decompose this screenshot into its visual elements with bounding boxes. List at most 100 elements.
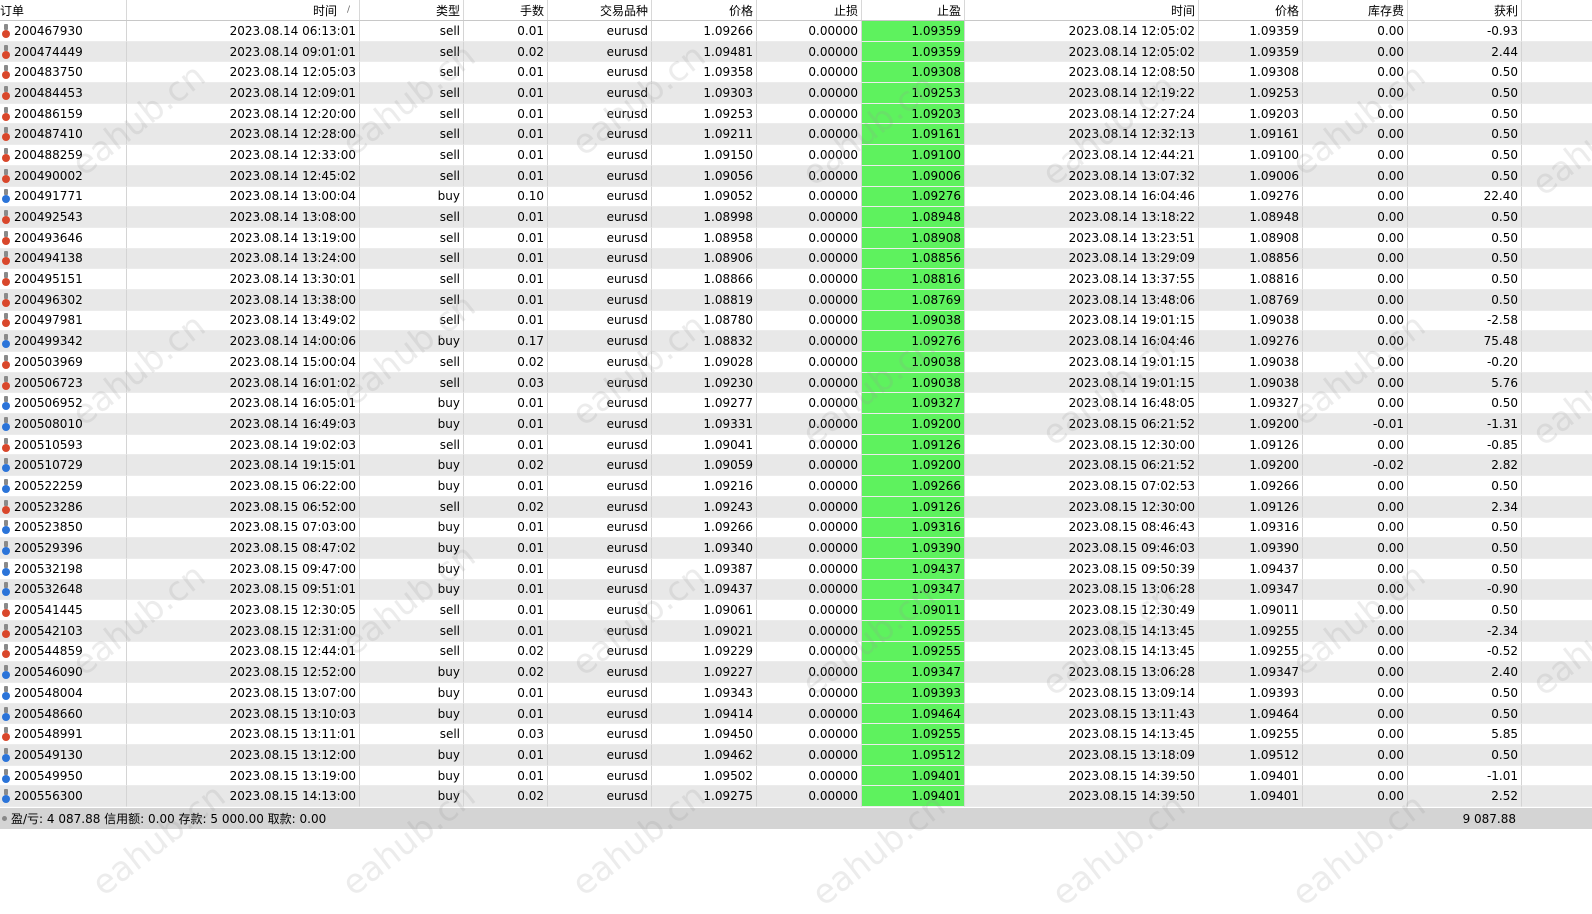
column-header-volume[interactable]: 手数 bbox=[464, 0, 548, 20]
cell-swap: 0.00 bbox=[1303, 83, 1408, 104]
cell-close-time: 2023.08.15 14:13:45 bbox=[965, 641, 1199, 663]
cell-volume: 0.01 bbox=[464, 745, 548, 766]
table-row[interactable]: 200508010 2023.08.14 16:49:03 buy 0.01 eurus… bbox=[0, 414, 1592, 435]
table-row[interactable]: 200548660 2023.08.15 13:10:03 buy 0.01 eurus… bbox=[0, 703, 1592, 725]
column-header-symbol[interactable]: 交易品种 bbox=[548, 0, 652, 20]
cell-type: sell bbox=[360, 83, 464, 104]
row-filler bbox=[1522, 538, 1592, 559]
table-row[interactable]: 200529396 2023.08.15 08:47:02 buy 0.01 eurus… bbox=[0, 538, 1592, 559]
column-header-open-price[interactable]: 价格 bbox=[652, 0, 757, 20]
row-filler bbox=[1522, 642, 1592, 663]
cell-profit: 0.50 bbox=[1408, 745, 1522, 766]
table-row[interactable]: 200510593 2023.08.14 19:02:03 sell 0.01 euru… bbox=[0, 434, 1592, 456]
cell-profit: 0.50 bbox=[1408, 517, 1522, 539]
table-row[interactable]: 200506952 2023.08.14 16:05:01 buy 0.01 eurus… bbox=[0, 393, 1592, 415]
table-row[interactable]: 200549950 2023.08.15 13:19:00 buy 0.01 eurus… bbox=[0, 765, 1592, 787]
table-row[interactable]: 200491771 2023.08.14 13:00:04 buy 0.10 eurus… bbox=[0, 186, 1592, 208]
column-header-take-profit[interactable]: 止盈 bbox=[862, 0, 965, 20]
table-row[interactable]: 200548004 2023.08.15 13:07:00 buy 0.01 eurus… bbox=[0, 683, 1592, 704]
cell-order: 200467930 bbox=[0, 21, 127, 42]
table-row[interactable]: 200495151 2023.08.14 13:30:01 sell 0.01 euru… bbox=[0, 269, 1592, 290]
cell-open-time: 2023.08.14 12:28:00 bbox=[127, 124, 360, 146]
column-header-type[interactable]: 类型 bbox=[360, 0, 464, 20]
table-row[interactable]: 200487410 2023.08.14 12:28:00 sell 0.01 euru… bbox=[0, 124, 1592, 146]
cell-profit: -0.20 bbox=[1408, 352, 1522, 373]
row-filler bbox=[1522, 166, 1592, 187]
table-row[interactable]: 200541445 2023.08.15 12:30:05 sell 0.01 euru… bbox=[0, 600, 1592, 621]
cell-type: sell bbox=[360, 724, 464, 746]
table-row[interactable]: 200490002 2023.08.14 12:45:02 sell 0.01 euru… bbox=[0, 165, 1592, 187]
column-header-open-time[interactable]: 时间 / bbox=[127, 0, 360, 20]
cell-order: 200510729 bbox=[0, 455, 127, 477]
column-header-close-price[interactable]: 价格 bbox=[1199, 0, 1303, 20]
table-row[interactable]: 200503969 2023.08.14 15:00:04 sell 0.02 euru… bbox=[0, 352, 1592, 373]
column-header-order[interactable]: 订单 bbox=[0, 0, 127, 20]
cell-profit: 2.44 bbox=[1408, 41, 1522, 63]
cell-symbol: eurusd bbox=[548, 310, 652, 332]
cell-close-price: 1.09276 bbox=[1199, 186, 1303, 208]
table-row[interactable]: 200492543 2023.08.14 13:08:00 sell 0.01 euru… bbox=[0, 207, 1592, 228]
column-header-close-time[interactable]: 时间 bbox=[965, 0, 1199, 20]
cell-profit: 0.50 bbox=[1408, 558, 1522, 580]
table-row[interactable]: 200523286 2023.08.15 06:52:00 sell 0.02 euru… bbox=[0, 496, 1592, 518]
cell-profit: 0.50 bbox=[1408, 393, 1522, 415]
cell-type: sell bbox=[360, 620, 464, 642]
buy-order-icon bbox=[1, 561, 11, 576]
cell-close-price: 1.08856 bbox=[1199, 248, 1303, 270]
table-row[interactable]: 200488259 2023.08.14 12:33:00 sell 0.01 euru… bbox=[0, 145, 1592, 166]
table-row[interactable]: 200523850 2023.08.15 07:03:00 buy 0.01 eurus… bbox=[0, 517, 1592, 539]
table-row[interactable]: 200548991 2023.08.15 13:11:01 sell 0.03 euru… bbox=[0, 724, 1592, 746]
cell-close-time: 2023.08.15 13:11:43 bbox=[965, 703, 1199, 725]
cell-take-profit: 1.09253 bbox=[862, 83, 965, 104]
cell-stop-loss: 0.00000 bbox=[757, 227, 862, 249]
cell-open-price: 1.09462 bbox=[652, 745, 757, 766]
table-row[interactable]: 200546090 2023.08.15 12:52:00 buy 0.02 eurus… bbox=[0, 662, 1592, 683]
cell-profit: 0.50 bbox=[1408, 289, 1522, 311]
table-row[interactable]: 200556300 2023.08.15 14:13:00 buy 0.02 eurus… bbox=[0, 786, 1592, 808]
table-row[interactable]: 200493646 2023.08.14 13:19:00 sell 0.01 euru… bbox=[0, 227, 1592, 249]
cell-volume: 0.01 bbox=[464, 393, 548, 415]
table-row[interactable]: 200532648 2023.08.15 09:51:01 buy 0.01 eurus… bbox=[0, 579, 1592, 601]
cell-open-price: 1.09059 bbox=[652, 455, 757, 477]
cell-open-price: 1.09216 bbox=[652, 476, 757, 497]
table-row[interactable]: 200494138 2023.08.14 13:24:00 sell 0.01 euru… bbox=[0, 248, 1592, 270]
cell-take-profit: 1.09161 bbox=[862, 124, 965, 146]
table-row[interactable]: 200497981 2023.08.14 13:49:02 sell 0.01 euru… bbox=[0, 310, 1592, 332]
cell-stop-loss: 0.00000 bbox=[757, 496, 862, 518]
cell-swap: 0.00 bbox=[1303, 186, 1408, 208]
cell-type: sell bbox=[360, 227, 464, 249]
cell-order: 200474449 bbox=[0, 41, 127, 63]
table-row[interactable]: 200522259 2023.08.15 06:22:00 buy 0.01 eurus… bbox=[0, 476, 1592, 497]
cell-symbol: eurusd bbox=[548, 269, 652, 290]
cell-take-profit: 1.09038 bbox=[862, 372, 965, 394]
table-row[interactable]: 200483750 2023.08.14 12:05:03 sell 0.01 euru… bbox=[0, 62, 1592, 84]
table-row[interactable]: 200484453 2023.08.14 12:09:01 sell 0.01 euru… bbox=[0, 83, 1592, 104]
cell-type: buy bbox=[360, 476, 464, 497]
column-header-profit[interactable]: 获利 bbox=[1408, 0, 1522, 20]
cell-swap: 0.00 bbox=[1303, 227, 1408, 249]
table-row[interactable]: 200499342 2023.08.14 14:00:06 buy 0.17 eurus… bbox=[0, 331, 1592, 352]
cell-profit: 0.50 bbox=[1408, 124, 1522, 146]
cell-close-time: 2023.08.15 14:39:50 bbox=[965, 786, 1199, 808]
table-row[interactable]: 200467930 2023.08.14 06:13:01 sell 0.01 euru… bbox=[0, 21, 1592, 42]
table-row[interactable]: 200542103 2023.08.15 12:31:00 sell 0.01 euru… bbox=[0, 620, 1592, 642]
column-header-swap[interactable]: 库存费 bbox=[1303, 0, 1408, 20]
table-row[interactable]: 200549130 2023.08.15 13:12:00 buy 0.01 eurus… bbox=[0, 745, 1592, 766]
cell-volume: 0.01 bbox=[464, 289, 548, 311]
table-row[interactable]: 200510729 2023.08.14 19:15:01 buy 0.02 eurus… bbox=[0, 455, 1592, 477]
table-row[interactable]: 200544859 2023.08.15 12:44:01 sell 0.02 euru… bbox=[0, 641, 1592, 663]
row-filler bbox=[1522, 373, 1592, 394]
cell-close-time: 2023.08.15 14:13:45 bbox=[965, 724, 1199, 746]
table-row[interactable]: 200496302 2023.08.14 13:38:00 sell 0.01 euru… bbox=[0, 289, 1592, 311]
cell-symbol: eurusd bbox=[548, 620, 652, 642]
cell-open-time: 2023.08.15 13:11:01 bbox=[127, 724, 360, 746]
table-row[interactable]: 200474449 2023.08.14 09:01:01 sell 0.02 euru… bbox=[0, 41, 1592, 63]
cell-open-price: 1.09340 bbox=[652, 538, 757, 559]
table-row[interactable]: 200532198 2023.08.15 09:47:00 buy 0.01 eurus… bbox=[0, 558, 1592, 580]
table-row[interactable]: 200506723 2023.08.14 16:01:02 sell 0.03 euru… bbox=[0, 372, 1592, 394]
cell-open-time: 2023.08.14 19:15:01 bbox=[127, 455, 360, 477]
table-row[interactable]: 200486159 2023.08.14 12:20:00 sell 0.01 euru… bbox=[0, 103, 1592, 125]
column-header-stop-loss[interactable]: 止损 bbox=[757, 0, 862, 20]
cell-swap: 0.00 bbox=[1303, 310, 1408, 332]
cell-take-profit: 1.08769 bbox=[862, 289, 965, 311]
